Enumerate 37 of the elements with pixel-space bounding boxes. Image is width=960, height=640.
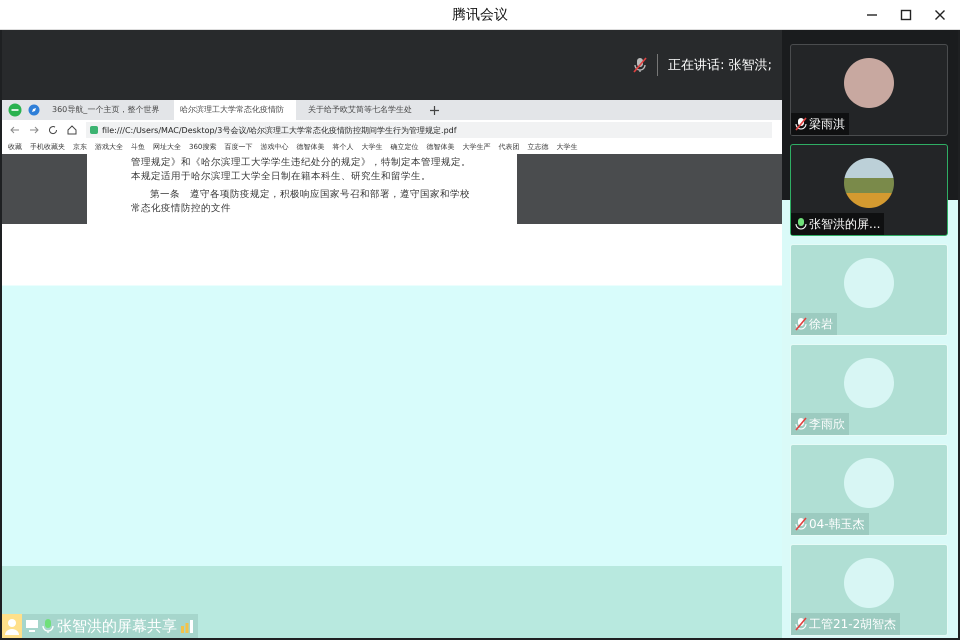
browser-tab[interactable]: 360导航_一个主页，整个世界 <box>46 100 168 120</box>
maximize-icon[interactable] <box>900 9 912 21</box>
participant-name: 04-韩玉杰 <box>809 516 865 532</box>
avatar-circle <box>844 558 894 608</box>
participant-name: 李雨欣 <box>809 416 845 432</box>
document-paragraph: 管理规定》和《哈尔滨理工大学学生违纪处分的规定》，特制定本管理规定。本规定适用于哈尔滨理工大学全日制在籍本科生、研究生和留学生。 <box>131 156 472 184</box>
window-title: 腾讯会议 <box>452 6 508 24</box>
browser-logo-icon <box>8 103 22 117</box>
back-icon[interactable] <box>10 125 20 135</box>
forward-icon[interactable] <box>29 125 39 135</box>
close-icon[interactable] <box>934 9 946 21</box>
avatar-circle <box>844 358 894 408</box>
browser-tab[interactable]: 关于给予欧艾简等七名学生处 <box>302 100 424 120</box>
avatar-circle <box>844 458 894 508</box>
avatar-circle <box>844 158 894 208</box>
share-name: 张智洪的屏幕共享 <box>57 616 177 636</box>
muted-mic-icon <box>633 57 648 73</box>
participant-tile[interactable]: 张智洪的屏... <box>790 144 948 236</box>
participant-name: 张智洪的屏... <box>809 216 880 232</box>
participant-name: 梁雨淇 <box>809 116 845 132</box>
avatar-circle <box>844 258 894 308</box>
new-tab-icon[interactable] <box>430 106 439 114</box>
reload-icon[interactable] <box>48 125 58 135</box>
home-icon[interactable] <box>67 125 77 135</box>
participant-name: 徐岩 <box>809 316 833 332</box>
avatar-circle <box>844 58 894 108</box>
compass-icon <box>28 104 40 116</box>
mic-icon <box>42 618 54 634</box>
signal-icon <box>180 619 194 633</box>
speaking-label: 正在讲话: 张智洪; <box>668 57 772 74</box>
participant-tile[interactable]: 梁雨淇 <box>790 44 948 136</box>
browser-tab[interactable]: 哈尔滨理工大学常态化疫情防 <box>174 100 296 120</box>
document-paragraph: 第一条 遵守各项防疫规定，积极响应国家号召和部署，遵守国家和学校常态化疫情防控的文件 <box>131 188 471 216</box>
address-bar[interactable]: file:///C:/Users/MAC/Desktop/3号会议/哈尔滨理工大学常态化疫情防控期间学生行为管理规定.pdf <box>86 122 772 138</box>
participant-name: 工管21-2胡智杰 <box>809 616 896 632</box>
avatar-icon <box>2 614 22 638</box>
screen-icon <box>25 619 39 633</box>
